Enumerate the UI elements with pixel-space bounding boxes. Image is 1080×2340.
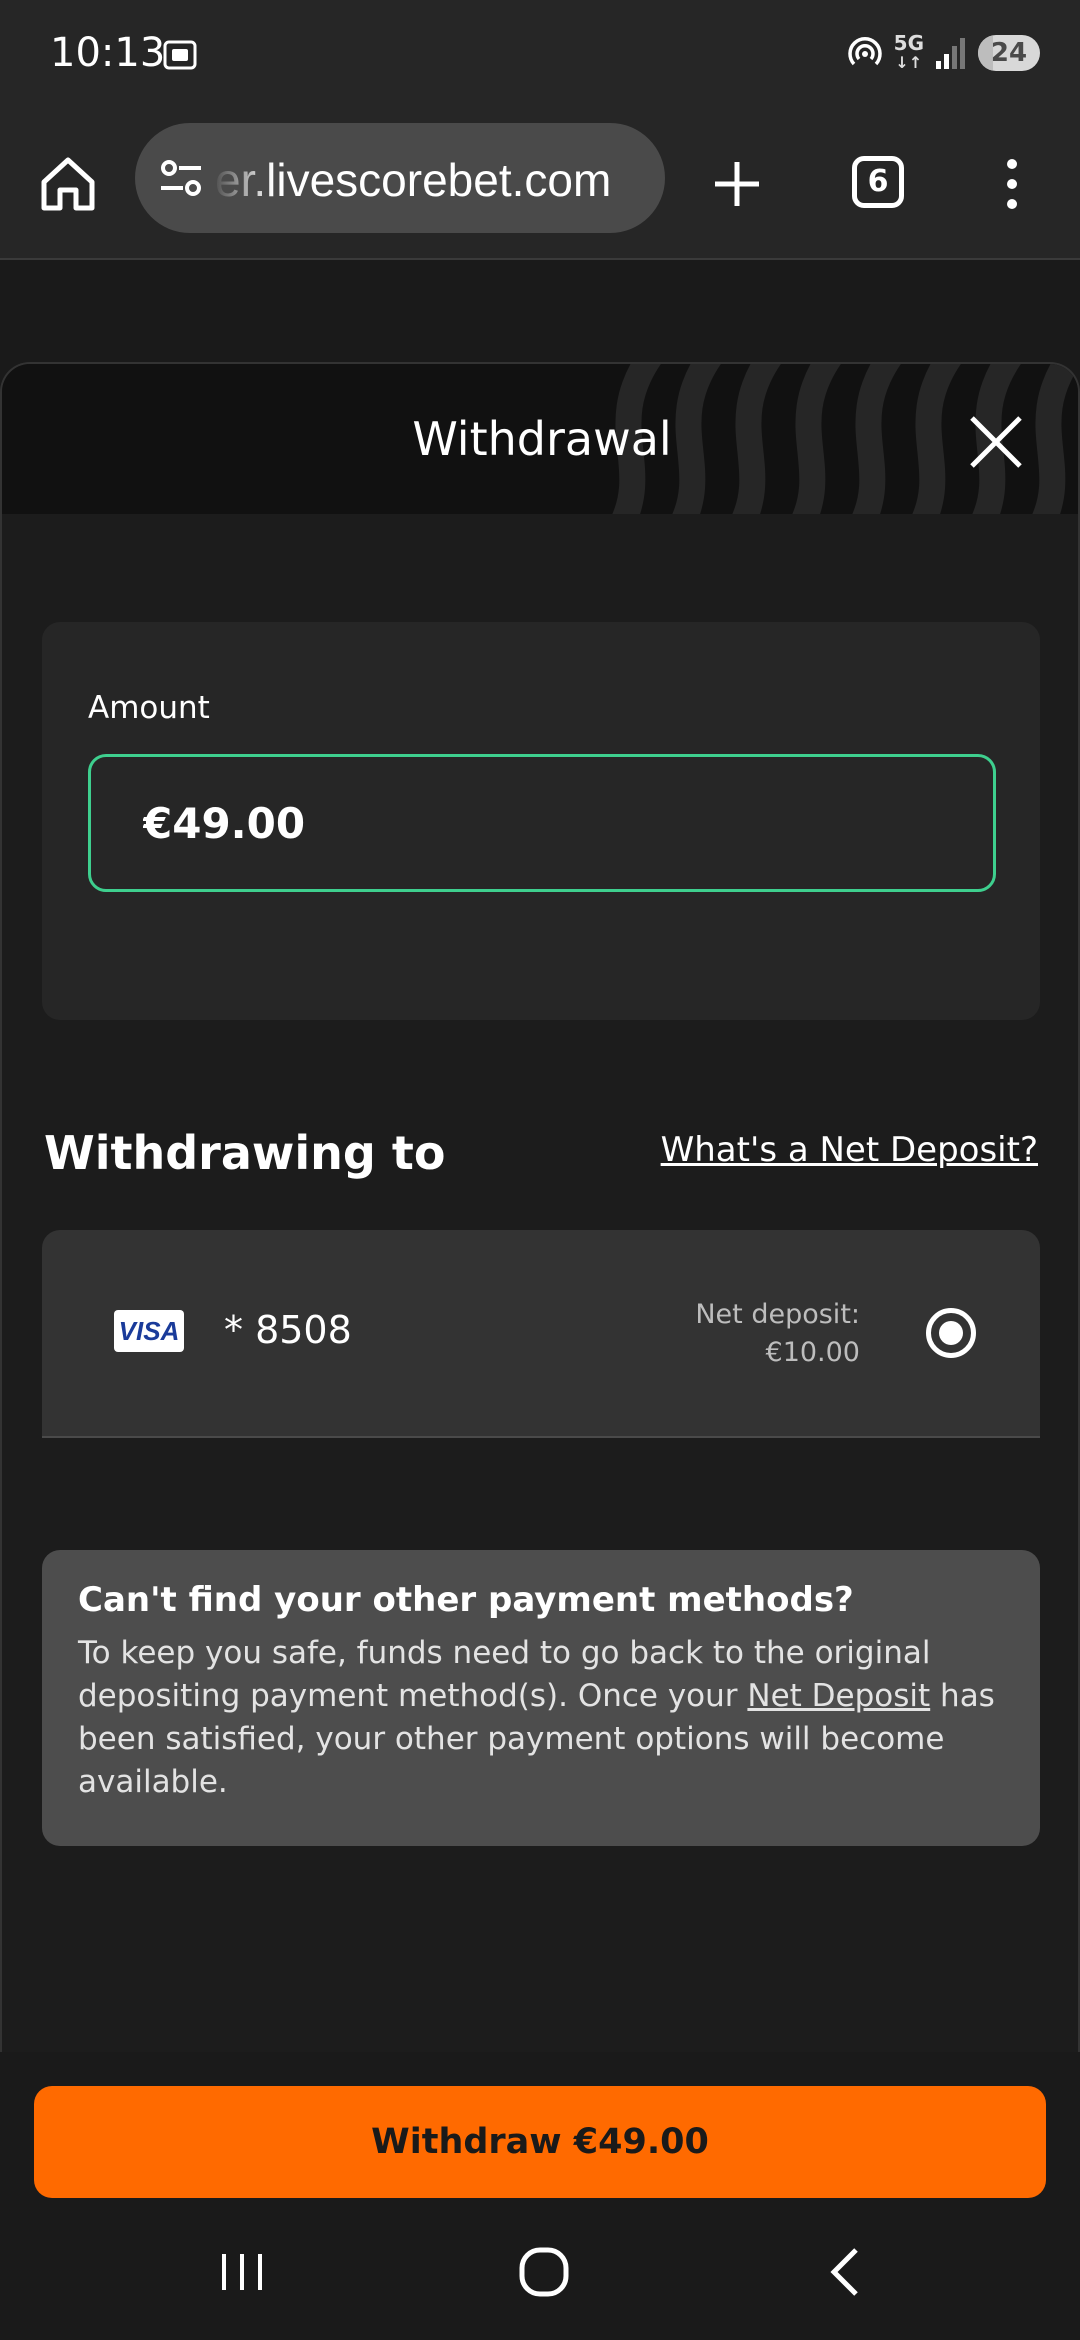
address-bar[interactable]: er.livescorebet.com <box>135 123 665 233</box>
withdrawing-to-heading: Withdrawing to <box>44 1126 446 1180</box>
home-icon[interactable] <box>36 152 100 216</box>
system-nav-bar <box>0 2202 1080 2340</box>
status-bar: 10:13 5G ↓↑ 24 <box>0 0 1080 110</box>
card-number: * 8508 <box>224 1308 352 1352</box>
net-deposit-inline-link[interactable]: Net Deposit <box>747 1678 930 1714</box>
url-text[interactable]: er.livescorebet.com <box>215 153 645 207</box>
home-circle-icon[interactable] <box>504 2232 584 2312</box>
sheet-footer: Withdraw €49.00 <box>0 2052 1080 2202</box>
withdraw-button[interactable]: Withdraw €49.00 <box>34 2086 1046 2198</box>
browser-toolbar: er.livescorebet.com 6 <box>0 110 1080 260</box>
radio-selected-dot <box>939 1321 963 1345</box>
visa-logo: VISA <box>114 1310 184 1352</box>
hotspot-icon <box>847 37 882 66</box>
amount-card: Amount <box>42 622 1040 1020</box>
tab-switcher-button[interactable]: 6 <box>852 156 904 208</box>
network-type: 5G ↓↑ <box>893 31 924 72</box>
net-deposit-info: Net deposit: €10.00 <box>695 1296 860 1372</box>
payment-methods-info: Can't find your other payment methods? T… <box>42 1550 1040 1846</box>
screenshot-icon <box>163 40 197 70</box>
sheet-title: Withdrawal <box>412 412 672 466</box>
signal-icon <box>936 38 965 69</box>
plus-icon[interactable] <box>705 152 769 216</box>
net-deposit-label: Net deposit: <box>695 1299 860 1330</box>
status-icons: 5G ↓↑ 24 <box>846 31 1040 72</box>
sheet-header: Withdrawal <box>2 364 1078 514</box>
net-deposit-value: €10.00 <box>765 1337 860 1368</box>
page-backdrop <box>0 260 1080 365</box>
close-icon[interactable] <box>968 414 1024 470</box>
info-title: Can't find your other payment methods? <box>78 1580 854 1620</box>
payment-method-option[interactable]: VISA * 8508 Net deposit: €10.00 <box>42 1230 1040 1438</box>
battery-indicator: 24 <box>978 35 1040 71</box>
menu-dots-icon[interactable] <box>992 152 1032 216</box>
amount-input[interactable] <box>88 754 996 892</box>
info-body: To keep you safe, funds need to go back … <box>78 1635 995 1800</box>
net-deposit-help-link[interactable]: What's a Net Deposit? <box>661 1130 1038 1170</box>
status-time: 10:13 <box>50 30 166 76</box>
amount-label: Amount <box>88 690 210 726</box>
payment-method-radio[interactable] <box>926 1308 976 1358</box>
tune-icon[interactable] <box>157 156 205 200</box>
withdrawal-sheet: Withdrawal Amount Withdrawing to What's … <box>0 362 1080 2202</box>
recents-icon[interactable] <box>202 2232 282 2312</box>
back-icon[interactable] <box>806 2232 886 2312</box>
